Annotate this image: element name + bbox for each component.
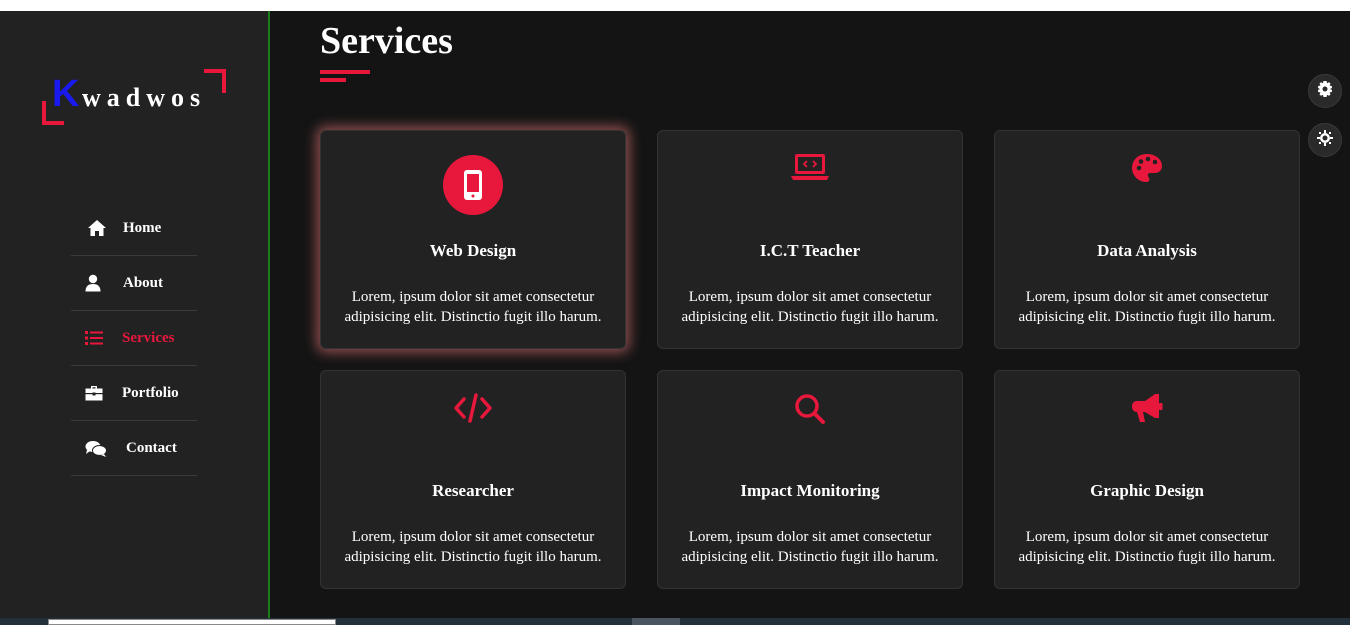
sidebar-item-label: About: [123, 274, 164, 291]
service-title: I.C.T Teacher: [759, 241, 861, 260]
service-card[interactable]: Data Analysis Lorem, ipsum dolor sit ame…: [994, 130, 1300, 349]
logo-initial: K: [52, 73, 80, 115]
settings-button[interactable]: [1308, 74, 1342, 108]
title-underline: [320, 70, 370, 74]
service-description: Lorem, ipsum dolor sit amet consectetur …: [344, 289, 602, 325]
taskbar-search-field[interactable]: [48, 619, 336, 625]
sidebar-item-services[interactable]: Services: [71, 311, 197, 366]
taskbar-app-tab[interactable]: [632, 618, 680, 625]
theme-button[interactable]: [1308, 123, 1342, 157]
service-description: Lorem, ipsum dolor sit amet consectetur …: [1018, 289, 1276, 325]
bullhorn-icon: [1131, 393, 1163, 428]
title-underline: [320, 78, 346, 82]
service-title: Graphic Design: [1090, 481, 1204, 500]
logo-text: wadwos: [82, 83, 207, 112]
sun-gear-icon: [1317, 129, 1333, 151]
code-icon: [453, 393, 493, 428]
list-icon: [71, 330, 117, 346]
comments-icon: [71, 440, 121, 457]
sidebar-item-label: Contact: [126, 439, 177, 456]
service-card[interactable]: Graphic Design Lorem, ipsum dolor sit am…: [994, 370, 1300, 589]
sidebar-item-home[interactable]: Home: [71, 201, 197, 256]
service-description: Lorem, ipsum dolor sit amet consectetur …: [681, 529, 939, 565]
palette-icon: [1131, 153, 1163, 188]
sidebar-item-label: Home: [123, 219, 162, 236]
sidebar-item-portfolio[interactable]: Portfolio: [71, 366, 197, 421]
page-title: Services: [320, 20, 453, 62]
app-window: K wadwos Home About Services Portfolio C…: [0, 11, 1350, 618]
service-card[interactable]: I.C.T Teacher Lorem, ipsum dolor sit ame…: [657, 130, 963, 349]
search-icon: [794, 393, 826, 430]
sidebar-item-label: Portfolio: [122, 384, 179, 401]
service-card[interactable]: Web Design Lorem, ipsum dolor sit amet c…: [320, 130, 626, 349]
services-grid: Web Design Lorem, ipsum dolor sit amet c…: [320, 130, 1300, 589]
logo-corner: [204, 69, 226, 93]
service-title: Data Analysis: [1097, 241, 1197, 260]
sidebar-item-about[interactable]: About: [71, 256, 197, 311]
mobile-icon: [443, 155, 503, 215]
service-description: Lorem, ipsum dolor sit amet consectetur …: [344, 529, 602, 565]
logo[interactable]: K wadwos: [42, 69, 226, 125]
taskbar: [0, 618, 1350, 625]
sidebar: K wadwos Home About Services Portfolio C…: [0, 11, 270, 618]
home-icon: [71, 219, 123, 237]
briefcase-icon: [71, 385, 117, 401]
service-card[interactable]: Researcher Lorem, ipsum dolor sit amet c…: [320, 370, 626, 589]
user-icon: [71, 274, 115, 292]
sidebar-nav: Home About Services Portfolio Contact: [71, 201, 197, 476]
service-title: Researcher: [432, 481, 514, 500]
service-card[interactable]: Impact Monitoring Lorem, ipsum dolor sit…: [657, 370, 963, 589]
gear-icon: [1317, 80, 1333, 102]
laptop-code-icon: [791, 153, 829, 186]
sidebar-item-label: Services: [122, 329, 175, 346]
service-title: Impact Monitoring: [740, 481, 880, 500]
service-title: Web Design: [429, 241, 517, 260]
sidebar-item-contact[interactable]: Contact: [71, 421, 197, 476]
service-description: Lorem, ipsum dolor sit amet consectetur …: [1018, 529, 1276, 565]
service-description: Lorem, ipsum dolor sit amet consectetur …: [681, 289, 939, 325]
